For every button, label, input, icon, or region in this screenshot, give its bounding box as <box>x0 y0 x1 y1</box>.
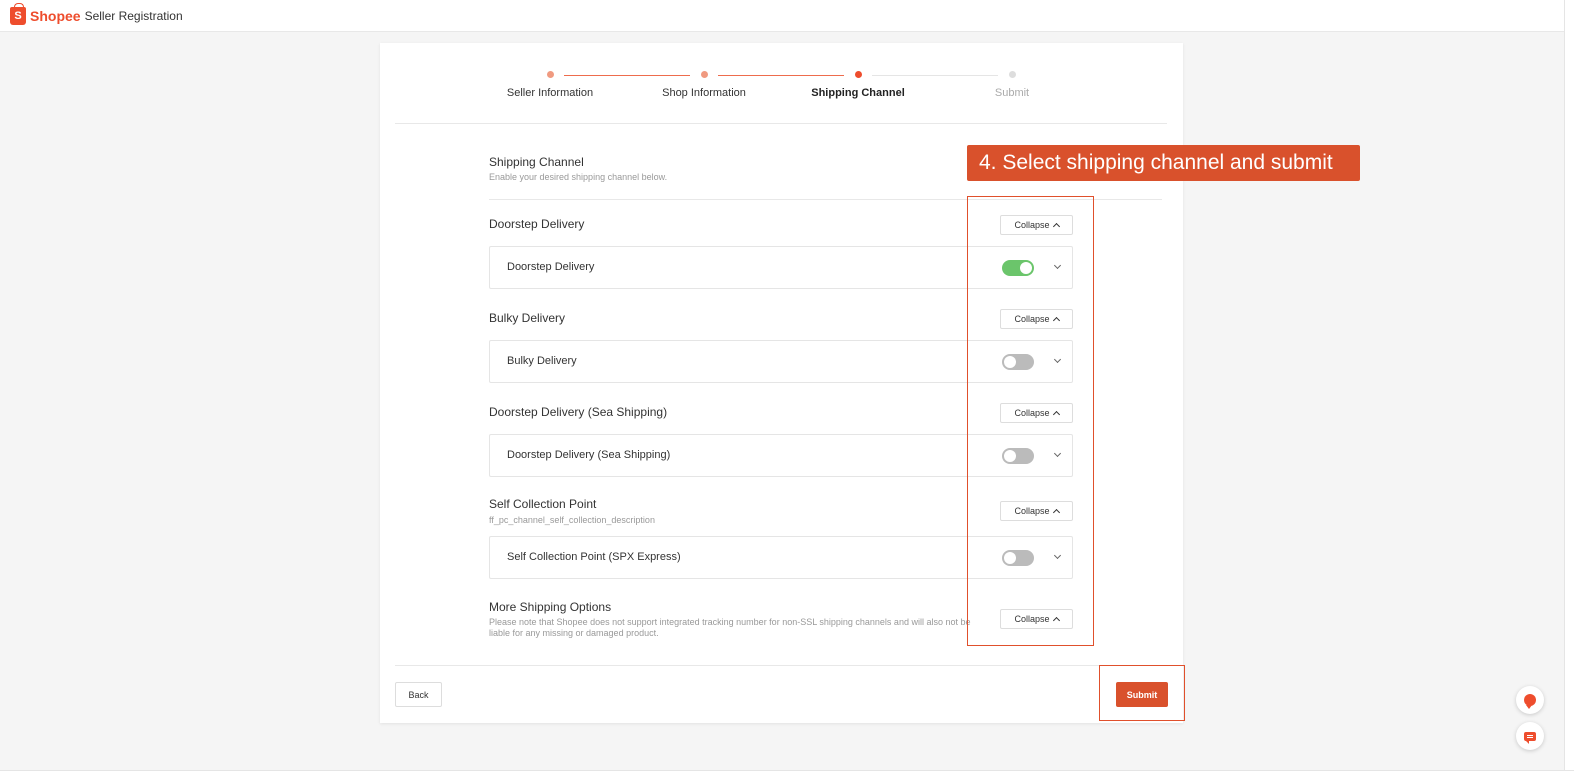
channel-name: Doorstep Delivery <box>507 261 595 273</box>
step-dot <box>700 71 708 78</box>
section-title-more-options: More Shipping Options <box>489 600 612 614</box>
section-title-self-collection: Self Collection Point <box>489 497 597 511</box>
section-title-sea-shipping: Doorstep Delivery (Sea Shipping) <box>489 405 668 419</box>
step-dot <box>854 71 862 78</box>
step-label: Shop Information <box>662 87 746 99</box>
help-button[interactable] <box>1516 686 1544 714</box>
shopee-logo-icon[interactable]: S <box>10 2 26 25</box>
step-label: Submit <box>994 87 1030 99</box>
step-dot <box>546 71 554 78</box>
shipping-channel-description: Enable your desired shipping channel bel… <box>489 172 668 182</box>
chat-button[interactable] <box>1516 722 1544 750</box>
footer-divider <box>395 665 1167 666</box>
step-submit: Submit <box>942 71 1082 99</box>
submit-highlight-box <box>1099 665 1185 721</box>
channel-name: Bulky Delivery <box>507 355 577 367</box>
section-title-bulky: Bulky Delivery <box>489 311 566 325</box>
brand-name[interactable]: Shopee <box>30 8 81 24</box>
back-button[interactable]: Back <box>395 682 442 707</box>
instruction-callout: 4. Select shipping channel and submit <box>967 145 1360 181</box>
channel-name: Self Collection Point (SPX Express) <box>507 551 681 563</box>
step-label: Shipping Channel <box>811 87 905 99</box>
section-description-more-options: Please note that Shopee does not support… <box>489 617 971 638</box>
step-shipping-channel: Shipping Channel <box>788 71 928 99</box>
shipping-channel-title: Shipping Channel <box>489 155 584 169</box>
help-bubble-icon <box>1524 694 1536 709</box>
stepper-divider <box>395 123 1167 124</box>
step-shop-information: Shop Information <box>634 71 774 99</box>
window-bottom-edge <box>0 770 1574 782</box>
chat-icon <box>1524 731 1536 744</box>
app-title: Seller Registration <box>84 8 183 23</box>
step-seller-information: Seller Information <box>480 71 620 99</box>
window-right-edge <box>1564 0 1574 782</box>
toggles-highlight-box <box>967 196 1094 646</box>
progress-stepper: Seller Information Shop Information Ship… <box>380 43 1183 123</box>
channel-name: Doorstep Delivery (Sea Shipping) <box>507 449 671 461</box>
section-description-self-collection: ff_pc_channel_self_collection_descriptio… <box>489 515 655 525</box>
section-title-doorstep: Doorstep Delivery <box>489 217 585 231</box>
step-dot <box>1008 71 1016 78</box>
step-label: Seller Information <box>506 87 594 99</box>
top-bar: S Shopee Seller Registration <box>0 0 1564 32</box>
